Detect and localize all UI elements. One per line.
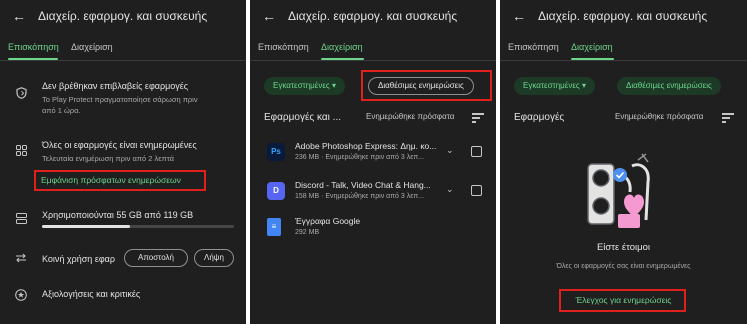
storage-icon [14,213,28,227]
chevron-down-icon[interactable]: ⌄ [446,184,454,195]
shield-icon [14,87,28,102]
sort-label[interactable]: Ενημερώθηκε πρόσφατα [615,112,703,122]
installed-filter-chip[interactable]: Εγκατεστημένες ▾ [514,77,595,95]
tab-manage[interactable]: Διαχείριση [321,42,363,52]
app-icon-google-docs: ≡ [267,218,281,236]
tab-overview[interactable]: Επισκόπηση [8,42,59,52]
sort-icon[interactable] [722,112,734,123]
storage-bar [42,225,234,228]
recent-updates-link[interactable]: Εμφάνιση πρόσφατων ενημερώσεων [41,175,181,185]
app-icon-discord: D [267,182,285,200]
overview-panel: ← Διαχείρ. εφαρμογ. και συσκευής Επισκόπ… [0,0,246,324]
dropdown-arrow-icon: ▾ [581,81,586,90]
app-name: Έγγραφα Google [295,216,361,226]
app-name: Discord - Talk, Video Chat & Hang... [295,180,431,190]
protect-subtitle-line2: από 1 ώρα. [42,106,81,115]
share-title: Κοινή χρήση εφαρ [42,254,115,264]
tabs-divider [250,60,496,61]
protect-title: Δεν βρέθηκαν επιβλαβείς εφαρμογές [42,81,189,91]
section-title: Εφαρμογές [514,112,565,123]
receive-button[interactable]: Λήψη [194,249,234,267]
page-title: Διαχείρ. εφαρμογ. και συσκευής [288,9,458,23]
protect-subtitle-line1: Το Play Protect πραγματοποίησε σάρωση πρ… [42,95,198,104]
check-updates-link[interactable]: Έλεγχος για ενημερώσεις [500,295,747,305]
page-title: Διαχείρ. εφαρμογ. και συσκευής [38,9,208,23]
available-updates-chip[interactable]: Διαθέσιμες ενημερώσεις [368,77,474,95]
ratings-title[interactable]: Αξιολογήσεις και κριτικές [42,289,140,299]
arrow-back-icon[interactable]: ← [512,8,526,24]
tab-overview[interactable]: Επισκόπηση [508,42,559,52]
tabs-divider [500,60,747,61]
apps-grid-icon [14,145,28,159]
app-meta: 236 MB · Ενημερώθηκε πριν από 3 λεπ... [295,154,425,161]
manage-ready-panel: ← Διαχείρ. εφαρμογ. και συσκευής Επισκόπ… [500,0,747,324]
storage-title: Χρησιμοποιούνται 55 GB από 119 GB [42,210,194,220]
storage-bar-fill [42,225,131,228]
tab-manage[interactable]: Διαχείριση [71,42,113,52]
updates-title: Όλες οι εφαρμογές είναι ενημερωμένες [42,140,197,150]
tabs-divider [0,60,246,61]
tab-overview[interactable]: Επισκόπηση [258,42,309,52]
app-meta: 292 MB [295,229,320,236]
app-name: Adobe Photoshop Express: Δημ. κο... [295,141,437,151]
send-button[interactable]: Αποστολή [124,249,188,267]
arrow-back-icon[interactable]: ← [12,8,26,24]
tab-manage[interactable]: Διαχείριση [571,42,613,52]
ready-illustration [587,153,650,228]
arrow-back-icon[interactable]: ← [262,8,276,24]
ready-title: Είστε έτοιμοι [596,242,651,253]
installed-filter-chip[interactable]: Εγκατεστημένες ▾ [264,77,345,95]
page-title: Διαχείρ. εφαρμογ. και συσκευής [538,9,708,23]
ready-subtitle: Όλες οι εφαρμογές σας είναι ενημερωμένες [556,263,691,270]
share-swap-icon [14,253,28,266]
sort-icon[interactable] [472,112,484,123]
sort-label[interactable]: Ενημερώθηκε πρόσφατα [366,112,454,122]
installed-chip-label: Εγκατεστημένες [523,81,580,90]
star-badge-icon [14,289,28,304]
app-icon-photoshop: Ps [267,143,285,161]
app-checkbox[interactable] [471,185,482,196]
manage-updates-panel: ← Διαχείρ. εφαρμογ. και συσκευής Επισκόπ… [250,0,496,324]
app-checkbox[interactable] [471,146,482,157]
available-updates-chip[interactable]: Διαθέσιμες ενημερώσεις [617,77,721,95]
dropdown-arrow-icon: ▾ [331,81,336,90]
app-meta: 158 MB · Ενημερώθηκε πριν από 3 λεπ... [295,193,425,200]
updates-subtitle: Τελευταία ενημέρωση πριν από 2 λεπτά [42,154,174,163]
section-title: Εφαρμογές και ... [264,112,341,123]
chevron-down-icon[interactable]: ⌄ [446,145,454,156]
installed-chip-label: Εγκατεστημένες [273,81,330,90]
